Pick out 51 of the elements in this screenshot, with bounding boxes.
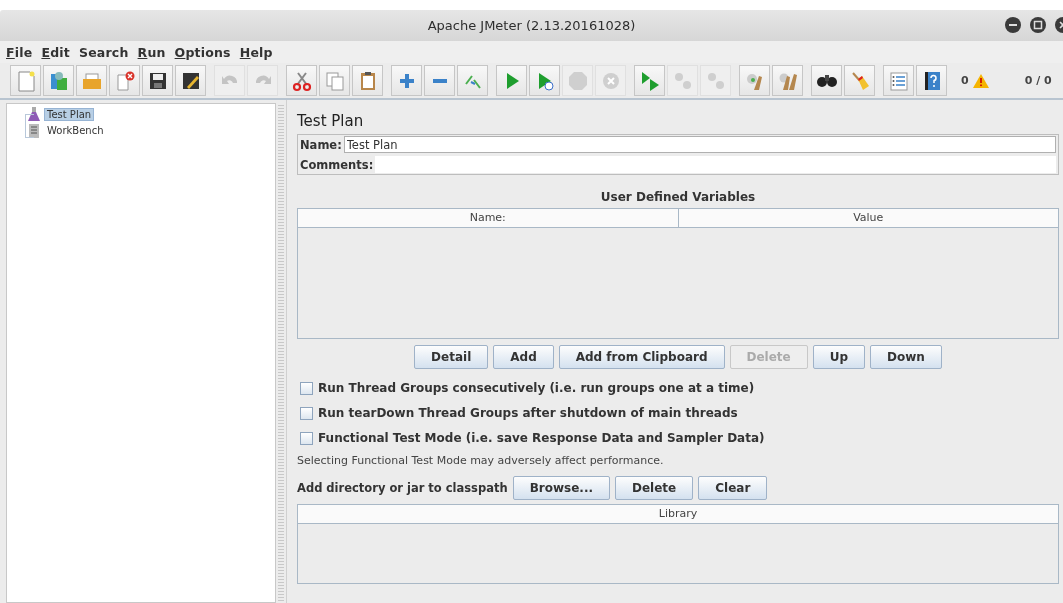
column-header[interactable]: Name: [298, 209, 678, 227]
blank-page-icon [15, 69, 36, 92]
copy-icon [323, 69, 346, 92]
warning-note: Selecting Functional Test Mode may adversely affect performance. [297, 454, 665, 467]
menu-item[interactable]: Options [174, 44, 231, 60]
thread-count: 0 / 0 [1024, 74, 1052, 87]
window-title: Apache JMeter (2.13.20161028) [427, 18, 636, 33]
stop-sign-icon [566, 69, 589, 92]
comments-field[interactable] [375, 156, 1056, 173]
toolbar-button[interactable] [916, 65, 947, 96]
toolbar-button[interactable] [142, 65, 173, 96]
table-button[interactable]: Detail [414, 345, 489, 369]
column-header[interactable]: Value [677, 209, 1058, 227]
toolbar-button[interactable] [811, 65, 842, 96]
name-field[interactable]: Test Plan [343, 136, 1056, 153]
classpath-label: Add directory or jar to classpath [297, 481, 508, 495]
menu-item[interactable]: Edit [41, 44, 70, 60]
checkbox-label: Functional Test Mode (i.e. save Response Data and Sampler Data) [318, 431, 765, 445]
tree-item[interactable]: Test Plan [44, 108, 95, 121]
classpath-button[interactable]: Browse... [512, 476, 610, 500]
table-button[interactable]: Add [493, 345, 554, 369]
field-label: Name: [300, 137, 342, 152]
list-icon [887, 69, 910, 92]
clipboard-icon [27, 123, 41, 138]
menu-item[interactable]: Run [137, 44, 166, 60]
checkbox[interactable] [300, 431, 313, 445]
minus-icon [432, 78, 447, 83]
flask-icon [27, 107, 41, 122]
checkbox[interactable] [300, 406, 313, 420]
table-button[interactable]: Up [812, 345, 866, 369]
menu-item[interactable]: Search [78, 44, 129, 60]
binoculars-icon [816, 74, 837, 87]
field-label: Comments: [300, 157, 374, 172]
checkbox-label: Run tearDown Thread Groups after shutdown of main threads [318, 406, 738, 420]
checkbox-label: Run Thread Groups consecutively (i.e. run groups one at a time) [318, 381, 755, 395]
classpath-button[interactable]: Delete [615, 476, 694, 500]
column-header[interactable]: Library [298, 505, 1058, 523]
table-button[interactable]: Add from Clipboard [558, 345, 725, 369]
maximize-icon[interactable] [1030, 17, 1046, 33]
toolbar-button[interactable] [175, 65, 206, 96]
table-button[interactable]: Down [870, 345, 942, 369]
menu-item[interactable]: Help [239, 44, 273, 60]
section-title: User Defined Variables [600, 190, 756, 204]
classpath-button[interactable]: Clear [698, 476, 768, 500]
error-count: 0 [961, 74, 969, 87]
minimize-icon[interactable] [1005, 17, 1021, 33]
checkbox[interactable] [300, 381, 313, 395]
menu-item[interactable]: File [6, 44, 33, 60]
tree-item[interactable]: WorkBench [44, 124, 107, 137]
warning-icon [972, 73, 989, 88]
panel-title: Test Plan [297, 112, 365, 130]
